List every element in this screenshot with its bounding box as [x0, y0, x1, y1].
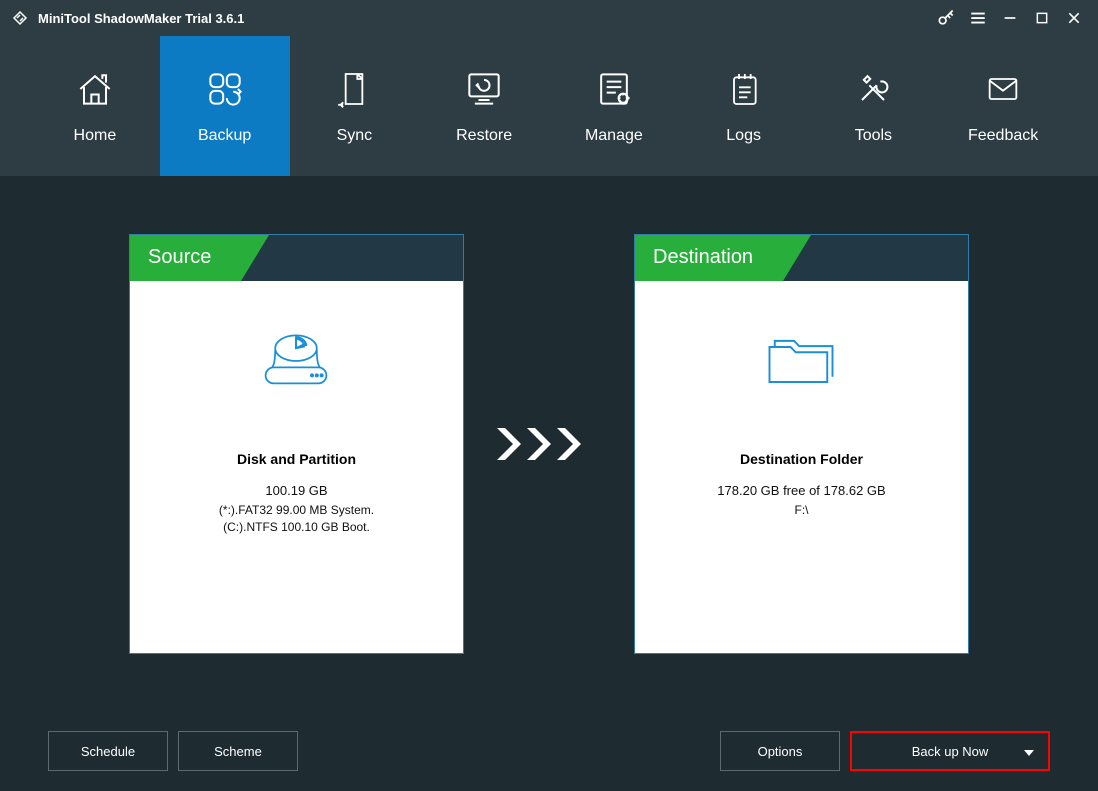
schedule-button[interactable]: Schedule	[48, 731, 168, 771]
source-header: Source	[130, 235, 463, 281]
source-title: Disk and Partition	[237, 451, 356, 467]
nav-feedback[interactable]: Feedback	[938, 36, 1068, 176]
nav-label: Backup	[198, 127, 251, 145]
close-button[interactable]	[1058, 2, 1090, 34]
app-logo-icon	[10, 8, 30, 28]
source-panel[interactable]: Source Disk and Parti	[129, 234, 464, 654]
options-button[interactable]: Options	[720, 731, 840, 771]
destination-path: F:\	[794, 502, 808, 519]
main-nav: Home Backup Sync	[0, 36, 1098, 176]
source-size: 100.19 GB	[265, 483, 327, 498]
nav-label: Manage	[585, 127, 643, 145]
nav-label: Logs	[726, 127, 761, 145]
nav-label: Restore	[456, 127, 512, 145]
destination-panel[interactable]: Destination Destination Folder 178.20 GB…	[634, 234, 969, 654]
nav-manage[interactable]: Manage	[549, 36, 679, 176]
maximize-button[interactable]	[1026, 2, 1058, 34]
source-detail-2: (C:).NTFS 100.10 GB Boot.	[223, 519, 370, 536]
backup-now-button[interactable]: Back up Now	[850, 731, 1050, 771]
backup-icon	[203, 67, 247, 111]
restore-icon	[462, 67, 506, 111]
arrow-chevrons-icon	[464, 424, 634, 464]
nav-label: Tools	[855, 127, 892, 145]
nav-backup[interactable]: Backup	[160, 36, 290, 176]
folder-icon	[756, 321, 846, 401]
menu-icon[interactable]	[962, 2, 994, 34]
nav-sync[interactable]: Sync	[290, 36, 420, 176]
source-header-label: Source	[130, 235, 241, 281]
key-icon[interactable]	[930, 2, 962, 34]
sync-icon	[334, 67, 374, 111]
main-content: Source Disk and Parti	[0, 176, 1098, 711]
chevron-down-icon	[1024, 744, 1034, 759]
destination-free: 178.20 GB free of 178.62 GB	[717, 483, 885, 498]
titlebar: MiniTool ShadowMaker Trial 3.6.1	[0, 0, 1098, 36]
destination-header-label: Destination	[635, 235, 783, 281]
nav-logs[interactable]: Logs	[679, 36, 809, 176]
nav-label: Home	[74, 127, 117, 145]
nav-tools[interactable]: Tools	[809, 36, 939, 176]
nav-home[interactable]: Home	[30, 36, 160, 176]
manage-icon	[592, 67, 636, 111]
logs-icon	[724, 67, 764, 111]
destination-title: Destination Folder	[740, 451, 863, 467]
disk-icon	[256, 321, 336, 401]
nav-label: Sync	[337, 127, 373, 145]
home-icon	[73, 67, 117, 111]
footer: Schedule Scheme Options Back up Now	[0, 711, 1098, 791]
app-title: MiniTool ShadowMaker Trial 3.6.1	[38, 11, 244, 26]
minimize-button[interactable]	[994, 2, 1026, 34]
nav-restore[interactable]: Restore	[419, 36, 549, 176]
nav-label: Feedback	[968, 127, 1038, 145]
source-detail-1: (*:).FAT32 99.00 MB System.	[219, 502, 374, 519]
scheme-button[interactable]: Scheme	[178, 731, 298, 771]
tools-icon	[851, 67, 895, 111]
destination-header: Destination	[635, 235, 968, 281]
feedback-icon	[981, 67, 1025, 111]
backup-now-label: Back up Now	[912, 744, 989, 759]
